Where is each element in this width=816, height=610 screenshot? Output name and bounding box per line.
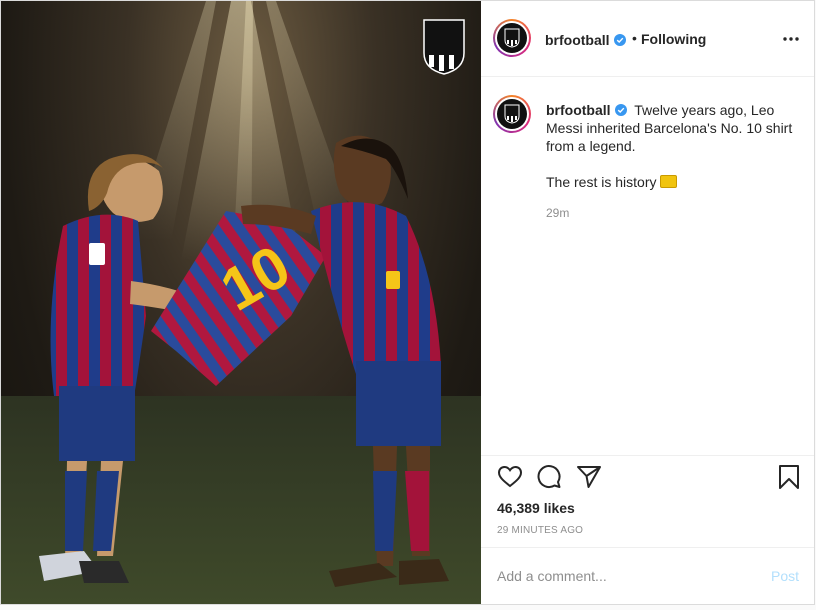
br-logo-icon	[504, 28, 520, 48]
header-username[interactable]: brfootball	[545, 32, 626, 48]
post-header: brfootball • Following	[481, 1, 814, 77]
bookmark-icon[interactable]	[776, 464, 802, 490]
following-button[interactable]: Following	[641, 31, 706, 47]
caption-body-line2: The rest is history	[546, 173, 796, 191]
post-timestamp[interactable]: 29 MINUTES AGO	[497, 525, 583, 536]
caption-time[interactable]: 29m	[546, 206, 569, 220]
post-comment-button[interactable]: Post	[771, 568, 799, 584]
verified-badge-icon	[614, 104, 627, 116]
number-10-shirt: 10	[151, 211, 326, 386]
br-football-logo	[423, 19, 465, 75]
comment-icon[interactable]	[536, 464, 562, 490]
br-logo-icon	[504, 104, 520, 124]
avatar[interactable]	[493, 19, 531, 57]
caption-section: brfootball Twelve years ago, Leo Messi i…	[481, 77, 814, 455]
caption-username[interactable]: brfootball	[546, 102, 627, 118]
heart-icon[interactable]	[497, 464, 523, 490]
likes-count[interactable]: 46,389 likes	[497, 500, 575, 516]
football-illustration: 10	[1, 1, 481, 604]
separator-dot: •	[632, 30, 637, 46]
caption-text: brfootball Twelve years ago, Leo Messi i…	[546, 101, 796, 191]
scroll-emoji-icon	[660, 175, 678, 188]
action-bar: 46,389 likes 29 MINUTES AGO	[481, 455, 814, 547]
comment-bar: Post	[481, 547, 814, 604]
caption-second-line: The rest is history	[546, 174, 657, 190]
more-horizontal-icon[interactable]	[781, 31, 801, 47]
verified-badge-icon	[613, 34, 626, 46]
paper-plane-icon[interactable]	[576, 464, 602, 490]
post-image[interactable]: 10	[1, 1, 481, 604]
instagram-post: 10 brfootball • Following brfootball Twe…	[0, 0, 815, 605]
caption-avatar[interactable]	[493, 95, 531, 133]
comment-input[interactable]	[497, 566, 757, 586]
post-sidebar: brfootball • Following brfootball Twelve…	[481, 1, 814, 604]
